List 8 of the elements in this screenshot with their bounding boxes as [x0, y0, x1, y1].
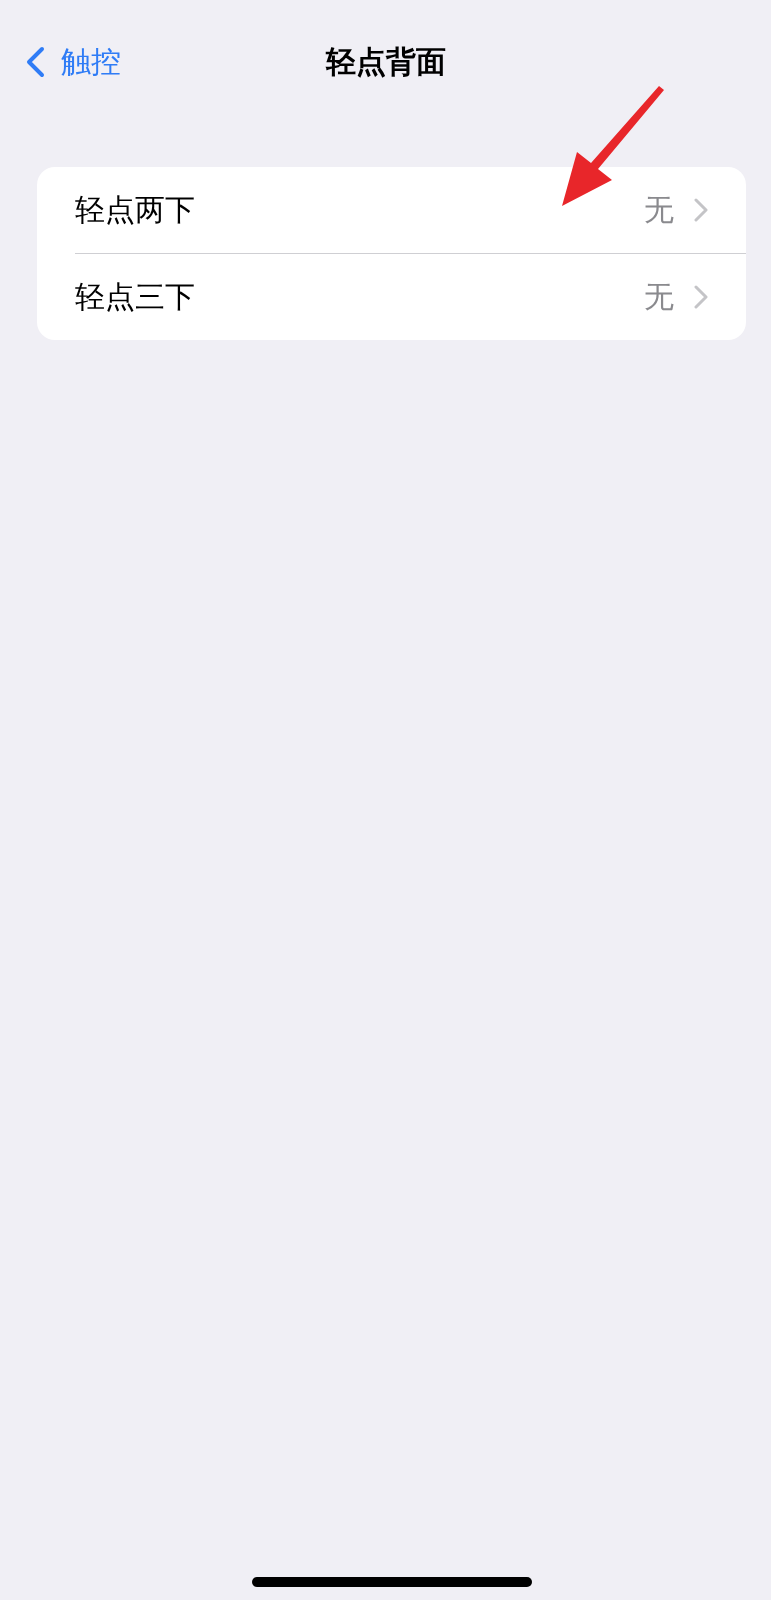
setting-label[interactable]: 轻点三下: [75, 277, 195, 317]
setting-value: 无: [644, 279, 674, 315]
page-title: 轻点背面: [325, 44, 446, 80]
back-chevron-icon: [25, 46, 45, 78]
setting-value: 无: [644, 192, 674, 228]
setting-label[interactable]: 轻点两下: [75, 190, 195, 230]
chevron-right-icon: [694, 285, 708, 309]
chevron-right-icon: [694, 198, 708, 222]
